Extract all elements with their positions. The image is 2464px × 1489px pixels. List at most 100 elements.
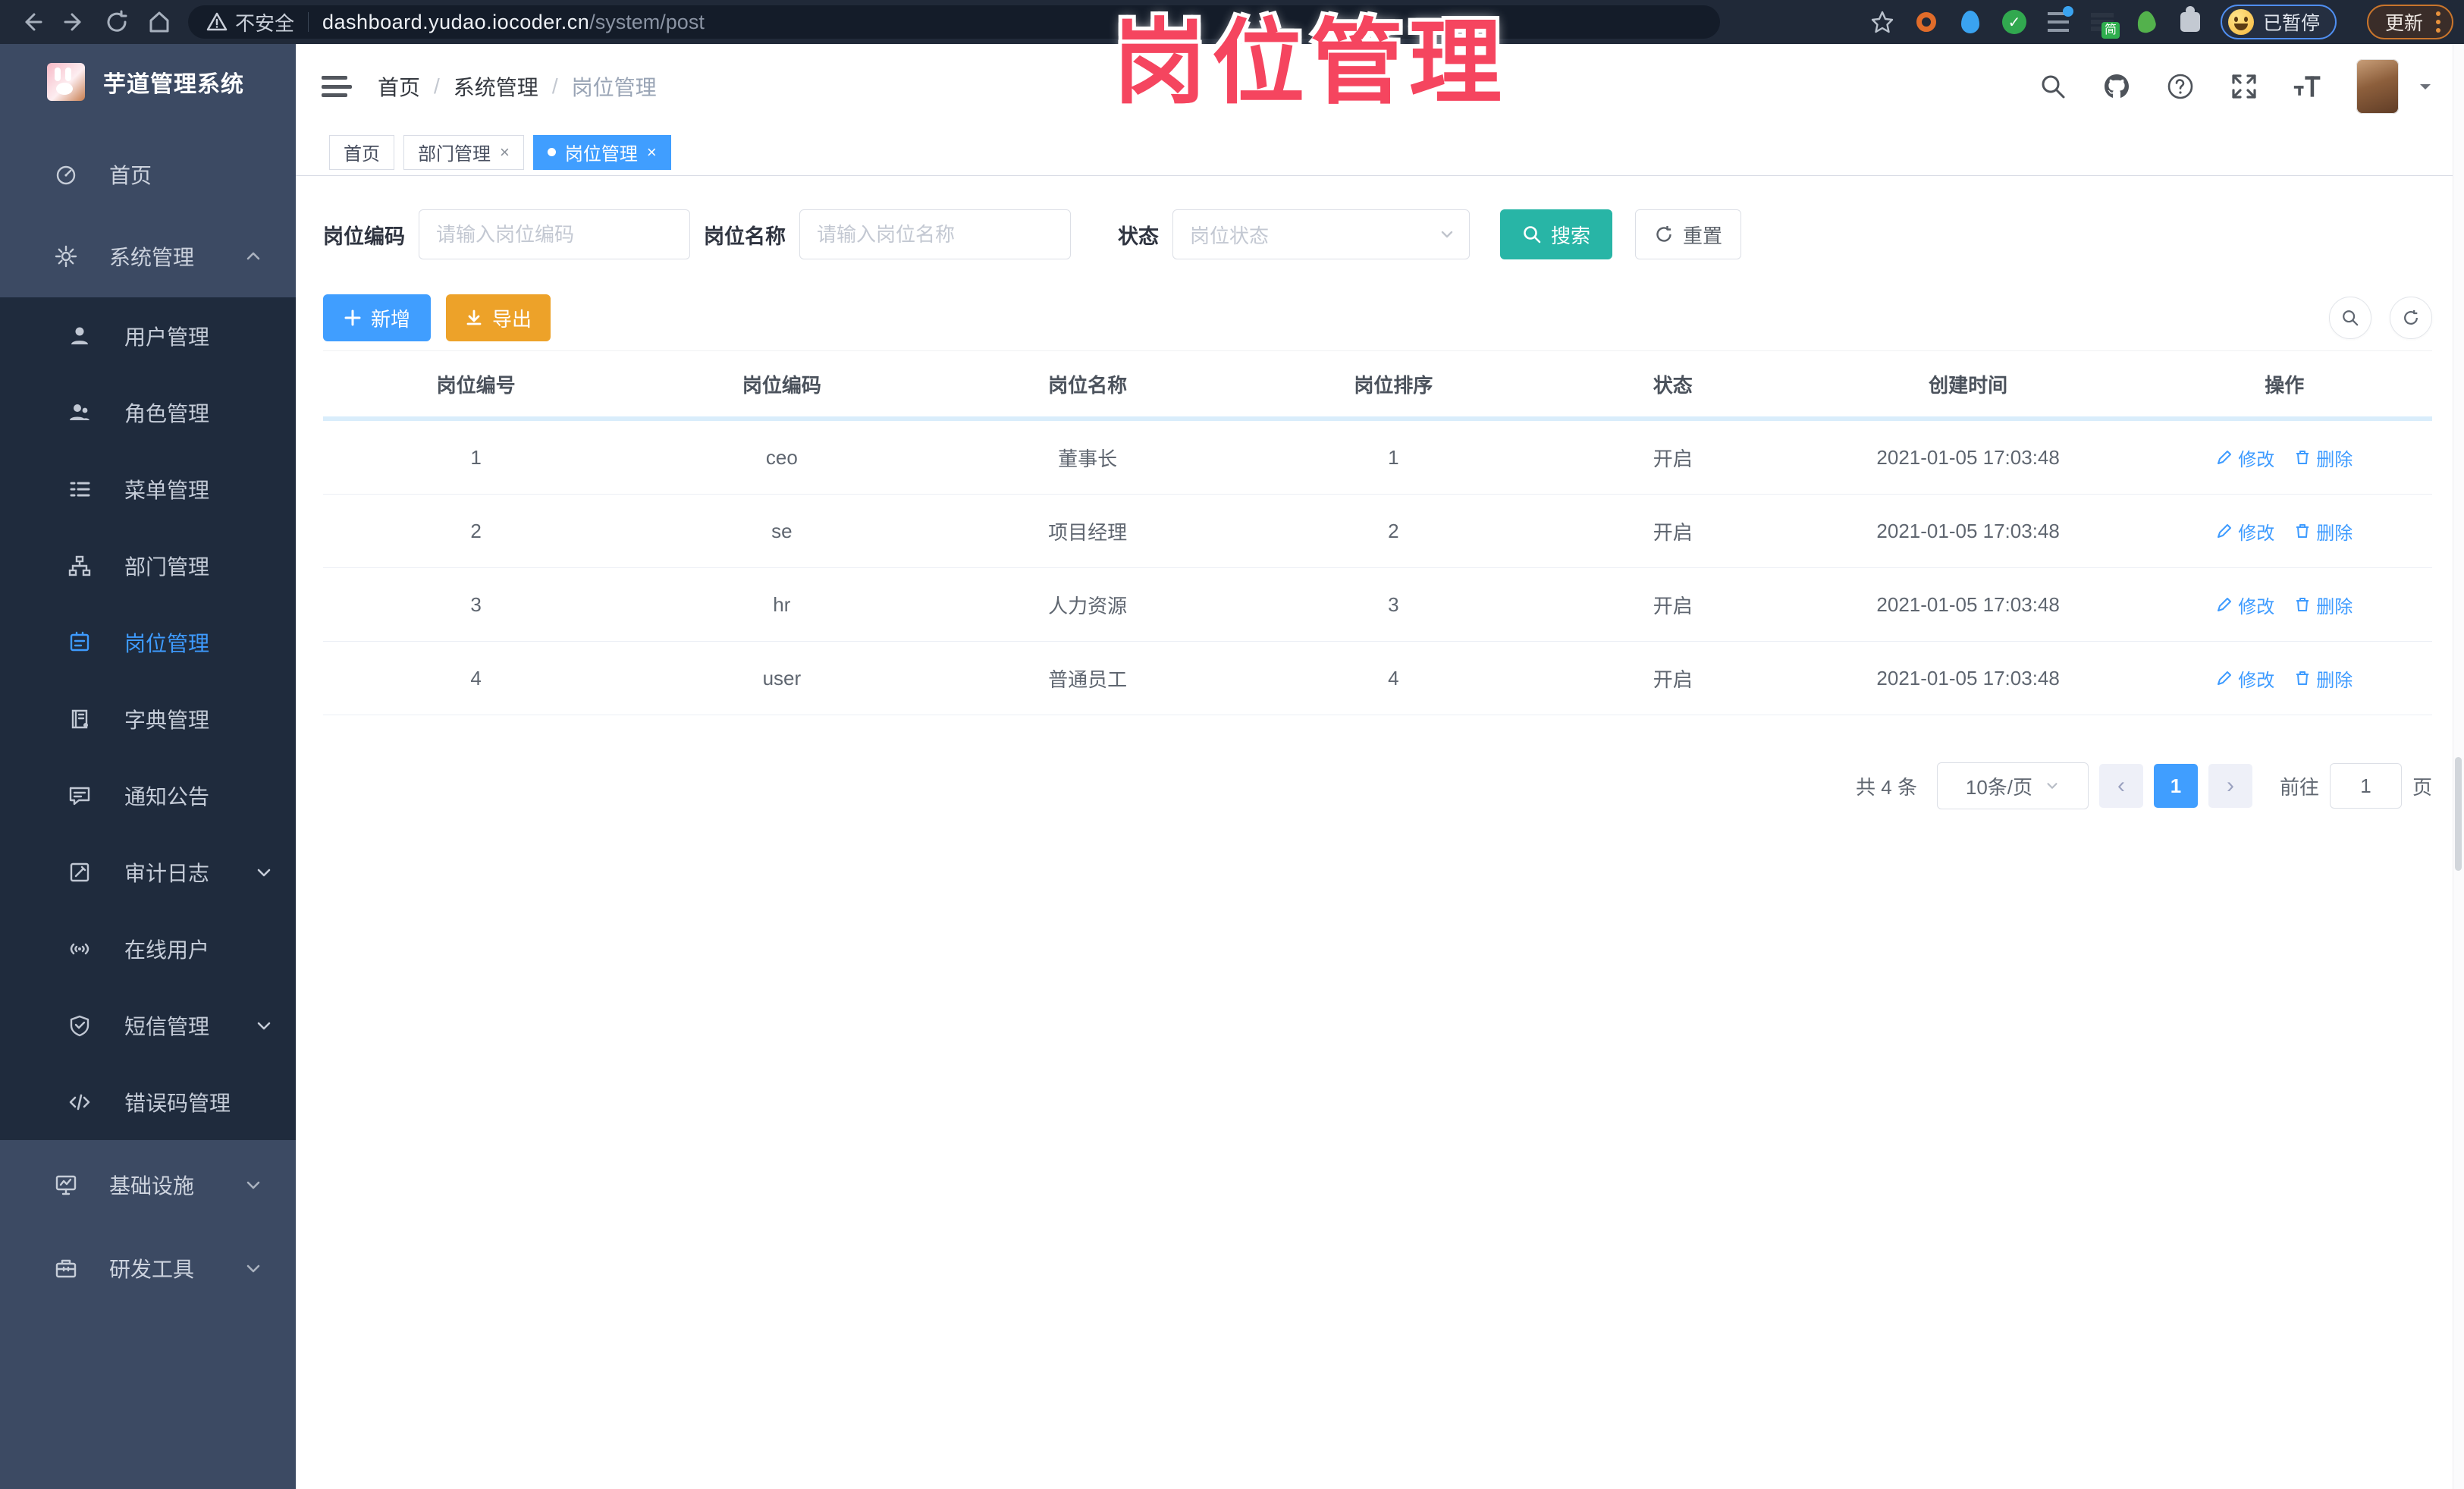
delete-link[interactable]: 删除 <box>2294 445 2353 471</box>
browser-menu-icon[interactable] <box>2435 9 2441 35</box>
delete-link[interactable]: 删除 <box>2294 592 2353 618</box>
github-icon[interactable] <box>2101 71 2132 102</box>
site-security[interactable]: 不安全 <box>206 8 294 36</box>
table-row[interactable]: 4 user 普通员工 4 开启 2021-01-05 17:03:48 修改 … <box>323 642 2432 715</box>
font-size-icon[interactable] <box>2293 71 2323 102</box>
browser-update-button[interactable]: 更新 <box>2366 5 2453 39</box>
delete-link[interactable]: 删除 <box>2294 665 2353 692</box>
app-logo-row[interactable]: 芋道管理系统 <box>0 44 296 120</box>
browser-toolbar: 不安全 dashboard.yudao.iocoder.cn /system/p… <box>0 0 2464 44</box>
bookmark-star-icon[interactable] <box>1869 8 1896 36</box>
sidebar-item-label: 岗位管理 <box>124 631 210 655</box>
sidebar-item-label: 用户管理 <box>124 325 210 349</box>
cell-created-time: 2021-01-05 17:03:48 <box>1876 592 2060 616</box>
sidebar-item-notices[interactable]: 通知公告 <box>0 757 296 834</box>
jump-page-input[interactable] <box>2329 763 2402 809</box>
prev-page-button[interactable]: ‹ <box>2098 764 2143 808</box>
security-label: 不安全 <box>235 11 295 35</box>
extension-sprout-icon[interactable] <box>2133 8 2160 36</box>
tab-home[interactable]: 首页 <box>329 134 394 170</box>
edit-link[interactable]: 修改 <box>2216 592 2274 618</box>
tab-close-icon[interactable]: × <box>500 143 510 162</box>
audit-log-icon <box>68 861 91 884</box>
toggle-search-icon[interactable] <box>2329 297 2371 339</box>
page-size-select[interactable]: 10条/页 <box>1936 762 2089 809</box>
browser-home-icon[interactable] <box>138 5 180 39</box>
delete-link[interactable]: 删除 <box>2294 518 2353 545</box>
sidebar-item-sms[interactable]: 短信管理 <box>0 987 296 1063</box>
help-icon[interactable] <box>2165 71 2196 102</box>
edit-link[interactable]: 修改 <box>2216 665 2274 692</box>
extension-orange-ring-icon[interactable] <box>1913 8 1940 36</box>
browser-back-icon[interactable] <box>11 5 53 39</box>
reset-button[interactable]: 重置 <box>1635 209 1742 259</box>
table-row[interactable]: 2 se 项目经理 2 开启 2021-01-05 17:03:48 修改 删除 <box>323 495 2432 568</box>
sidebar-item-label: 错误码管理 <box>124 1091 231 1115</box>
sidebar-item-system[interactable]: 系统管理 <box>0 215 296 297</box>
extensions-puzzle-icon[interactable] <box>2177 6 2204 36</box>
sidebar-item-infrastructure[interactable]: 基础设施 <box>0 1143 296 1227</box>
profile-paused-badge[interactable]: 已暂停 <box>2220 5 2337 39</box>
sidebar-item-label: 首页 <box>109 164 152 187</box>
user-avatar[interactable] <box>2356 59 2399 114</box>
edit-link[interactable]: 修改 <box>2216 518 2274 545</box>
table-row[interactable]: 3 hr 人力资源 3 开启 2021-01-05 17:03:48 修改 删除 <box>323 568 2432 642</box>
post-code-input[interactable] <box>419 209 690 259</box>
sidebar-item-label: 菜单管理 <box>124 478 210 502</box>
fullscreen-icon[interactable] <box>2229 71 2259 102</box>
refresh-table-icon[interactable] <box>2390 297 2432 339</box>
status-select[interactable]: 岗位状态 <box>1172 209 1470 259</box>
tab-close-icon[interactable]: × <box>647 143 657 162</box>
avatar-caret-down-icon[interactable] <box>2417 78 2434 95</box>
add-button[interactable]: 新增 <box>323 294 432 341</box>
user-icon <box>68 325 91 347</box>
extension-list-badge-icon[interactable]: 简 <box>2089 8 2120 39</box>
cell-post-code: ceo <box>765 445 798 469</box>
sidebar-item-error-codes[interactable]: 错误码管理 <box>0 1063 296 1140</box>
cell-status: 开启 <box>1653 520 1693 544</box>
edit-pencil-icon <box>2218 451 2232 464</box>
navbar-actions <box>2038 59 2434 114</box>
extension-green-check-icon[interactable]: ✓ <box>2001 8 2028 36</box>
sidebar-item-dictionary[interactable]: 字典管理 <box>0 680 296 757</box>
extension-blue-drop-icon[interactable] <box>1957 8 1984 36</box>
sidebar-item-online-users[interactable]: 在线用户 <box>0 910 296 987</box>
sidebar-item-roles[interactable]: 角色管理 <box>0 374 296 451</box>
post-badge-icon <box>68 631 91 654</box>
search-button[interactable]: 搜索 <box>1500 209 1613 259</box>
browser-reload-icon[interactable] <box>96 5 138 39</box>
sidebar-item-posts[interactable]: 岗位管理 <box>0 604 296 680</box>
cell-post-name: 项目经理 <box>1048 520 1128 544</box>
next-page-button[interactable]: › <box>2208 764 2252 808</box>
browser-forward-icon[interactable] <box>53 5 96 39</box>
scrollbar-thumb[interactable] <box>2455 757 2462 871</box>
sidebar-item-menus[interactable]: 菜单管理 <box>0 451 296 527</box>
table-row[interactable]: 1 ceo 董事长 1 开启 2021-01-05 17:03:48 修改 删除 <box>323 421 2432 495</box>
filter-post-code: 岗位编码 <box>323 209 690 259</box>
extension-sliders-icon[interactable] <box>2045 6 2073 36</box>
sidebar-toggle-icon[interactable] <box>322 73 352 100</box>
cell-actions: 修改 删除 <box>2137 665 2432 692</box>
tab-posts[interactable]: 岗位管理 × <box>532 134 671 170</box>
breadcrumb-system[interactable]: 系统管理 <box>454 71 538 102</box>
cell-post-code: se <box>771 519 793 542</box>
tab-departments[interactable]: 部门管理 × <box>403 134 524 170</box>
edit-link[interactable]: 修改 <box>2216 445 2274 471</box>
address-bar[interactable]: 不安全 dashboard.yudao.iocoder.cn /system/p… <box>188 5 1720 39</box>
breadcrumb-home[interactable]: 首页 <box>378 71 420 102</box>
window-scrollbar[interactable] <box>2453 44 2464 1489</box>
reset-button-label: 重置 <box>1683 224 1723 247</box>
export-button[interactable]: 导出 <box>446 294 551 341</box>
shield-message-icon <box>68 1014 91 1037</box>
sidebar-item-dev-tools[interactable]: 研发工具 <box>0 1227 296 1310</box>
page-number-active[interactable]: 1 <box>2153 764 2198 808</box>
post-name-input[interactable] <box>799 209 1071 259</box>
breadcrumb-separator: / <box>434 74 440 98</box>
sidebar-item-audit-logs[interactable]: 审计日志 <box>0 834 296 910</box>
sidebar-item-home[interactable]: 首页 <box>0 134 296 215</box>
search-icon[interactable] <box>2038 71 2068 102</box>
sidebar-item-users[interactable]: 用户管理 <box>0 297 296 374</box>
sidebar-item-label: 字典管理 <box>124 708 210 732</box>
sidebar-item-departments[interactable]: 部门管理 <box>0 527 296 604</box>
tab-label: 部门管理 <box>418 144 491 165</box>
